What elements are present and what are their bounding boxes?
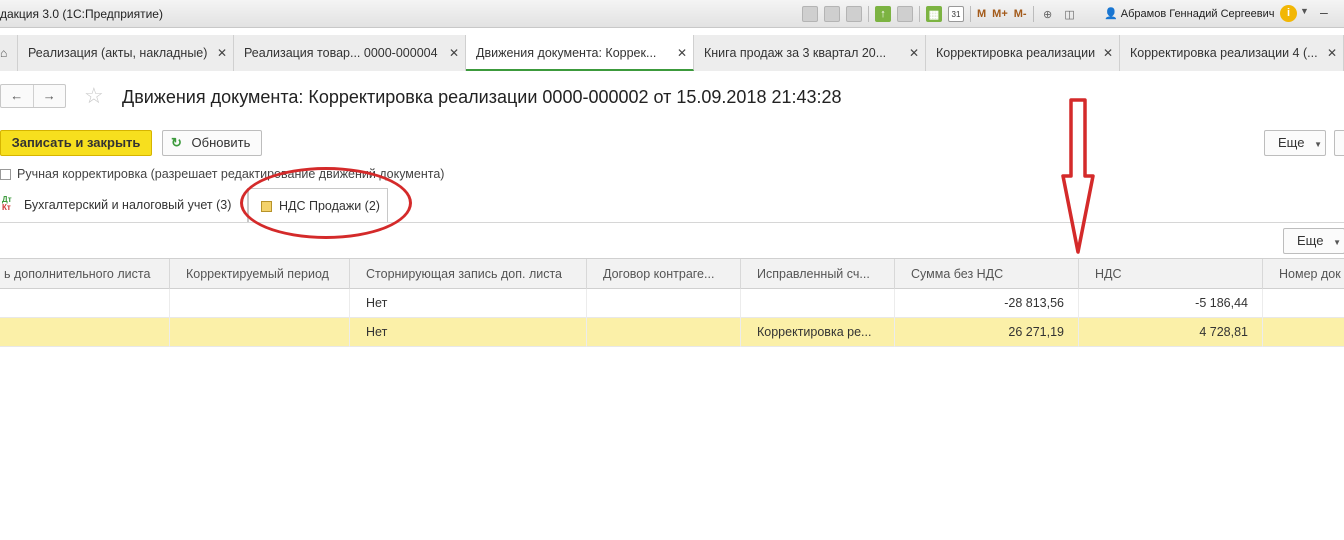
user-name: Абрамов Геннадий Сергеевич bbox=[1120, 8, 1275, 20]
home-icon: ⌂ bbox=[0, 46, 8, 60]
table-cell bbox=[587, 318, 741, 347]
table-cell: Корректировка ре... bbox=[741, 318, 895, 347]
back-arrow-icon[interactable]: ← bbox=[1, 85, 34, 107]
minimize-icon[interactable]: – bbox=[1320, 4, 1328, 20]
annotation-arrow bbox=[1061, 98, 1095, 254]
info-icon[interactable]: i bbox=[1280, 5, 1297, 22]
open-windows-tabs: ⌂ Реализация (акты, накладные) ✕ Реализа… bbox=[0, 35, 1344, 71]
chevron-down-icon[interactable]: ▼ bbox=[1300, 6, 1309, 16]
manual-edit-checkbox[interactable] bbox=[0, 168, 11, 180]
table-cell bbox=[0, 289, 170, 318]
save-and-close-button[interactable]: Записать и закрыть bbox=[0, 130, 152, 156]
toolbar-divider bbox=[970, 6, 971, 22]
table-cell bbox=[587, 289, 741, 318]
column-header[interactable]: Сумма без НДС bbox=[895, 259, 1079, 289]
chevron-down-icon: ▼ bbox=[1314, 140, 1322, 149]
column-header[interactable]: Договор контраге... bbox=[587, 259, 741, 289]
user-icon: 👤 bbox=[1104, 8, 1118, 20]
toolbar-divider bbox=[868, 6, 869, 22]
table-row[interactable]: Нет -28 813,56 -5 186,44 bbox=[0, 289, 1344, 318]
debit-credit-icon: Дт Кт bbox=[2, 196, 12, 212]
refresh-label: Обновить bbox=[191, 135, 251, 150]
more-label: Еще bbox=[1297, 233, 1324, 248]
tab-accounting[interactable]: Дт Кт Бухгалтерский и налоговый учет (3) bbox=[0, 188, 248, 222]
toolbar-divider bbox=[1032, 6, 1034, 22]
tab-label: Реализация (акты, накладные) bbox=[28, 46, 208, 60]
table-row-selected[interactable]: Нет Корректировка ре... 26 271,19 4 728,… bbox=[0, 318, 1344, 347]
close-icon[interactable]: ✕ bbox=[677, 35, 687, 69]
tab-correction-4[interactable]: Корректировка реализации 4 (... ✕ bbox=[1120, 35, 1344, 71]
tab-label: Книга продаж за 3 квартал 20... bbox=[704, 46, 887, 60]
close-icon[interactable]: ✕ bbox=[909, 35, 919, 71]
close-icon[interactable]: ✕ bbox=[1327, 35, 1337, 71]
column-header[interactable]: Исправленный сч... bbox=[741, 259, 895, 289]
panels-icon[interactable]: ◫ bbox=[1062, 6, 1078, 22]
page-title: Движения документа: Корректировка реализ… bbox=[122, 87, 842, 107]
preview-icon[interactable] bbox=[846, 6, 862, 22]
extra-button[interactable] bbox=[1334, 130, 1344, 156]
memory-add-button[interactable]: M+ bbox=[992, 8, 1008, 20]
more-label: Еще bbox=[1278, 135, 1305, 150]
tab-correction[interactable]: Корректировка реализации ✕ bbox=[926, 35, 1120, 71]
table-cell: -5 186,44 bbox=[1079, 289, 1263, 318]
table-cell: Нет bbox=[350, 289, 587, 318]
tab-realization-list[interactable]: Реализация (акты, накладные) ✕ bbox=[18, 35, 234, 71]
zoom-icon[interactable]: ⊕ bbox=[1040, 6, 1056, 22]
column-header[interactable]: НДС bbox=[1079, 259, 1263, 289]
forward-arrow-icon[interactable]: → bbox=[34, 85, 66, 107]
table-more-button[interactable]: Еще ▼ bbox=[1283, 228, 1344, 254]
history-navigation: ← → bbox=[0, 84, 66, 108]
close-icon[interactable]: ✕ bbox=[1103, 35, 1113, 71]
title-bar: дакция 3.0 (1С:Предприятие) ↑ ▦ 31 M M+ … bbox=[0, 0, 1344, 28]
column-header[interactable]: Номер док bbox=[1263, 259, 1344, 289]
refresh-icon: ↻ bbox=[171, 135, 182, 150]
vat-sales-table: ь дополнительного листа Корректируемый п… bbox=[0, 258, 1344, 540]
home-tab[interactable]: ⌂ bbox=[0, 35, 18, 71]
scanner-icon[interactable] bbox=[897, 6, 913, 22]
print-icon[interactable] bbox=[824, 6, 840, 22]
column-header[interactable]: Сторнирующая запись доп. листа bbox=[350, 259, 587, 289]
refresh-button[interactable]: ↻ Обновить bbox=[162, 130, 262, 156]
close-icon[interactable]: ✕ bbox=[449, 35, 459, 71]
toolbar-divider bbox=[919, 6, 920, 22]
titlebar-toolbar: ↑ ▦ 31 M M+ M- ⊕ ◫ bbox=[802, 4, 1084, 24]
table-cell bbox=[0, 318, 170, 347]
save-icon[interactable] bbox=[802, 6, 818, 22]
chevron-down-icon: ▼ bbox=[1333, 238, 1341, 247]
table-cell: -28 813,56 bbox=[895, 289, 1079, 318]
more-button[interactable]: Еще ▼ bbox=[1264, 130, 1326, 156]
close-icon[interactable]: ✕ bbox=[217, 35, 227, 71]
tab-document-movements[interactable]: Движения документа: Коррек... ✕ bbox=[466, 35, 694, 71]
table-header: ь дополнительного листа Корректируемый п… bbox=[0, 259, 1344, 289]
table-cell bbox=[170, 318, 350, 347]
tabs-divider bbox=[0, 222, 1344, 223]
annotation-ellipse bbox=[240, 167, 412, 239]
tab-label: Движения документа: Коррек... bbox=[476, 46, 657, 60]
table-cell bbox=[741, 289, 895, 318]
star-icon[interactable]: ☆ bbox=[84, 84, 104, 108]
app-title: дакция 3.0 (1С:Предприятие) bbox=[0, 7, 163, 21]
table-cell: Нет bbox=[350, 318, 587, 347]
tab-sales-book[interactable]: Книга продаж за 3 квартал 20... ✕ bbox=[694, 35, 926, 71]
calendar-icon[interactable]: 31 bbox=[948, 6, 964, 22]
current-user[interactable]: 👤 Абрамов Геннадий Сергеевич bbox=[1104, 7, 1275, 20]
column-header[interactable]: ь дополнительного листа bbox=[0, 259, 170, 289]
tab-label: Корректировка реализации 4 (... bbox=[1130, 46, 1318, 60]
tab-label: Корректировка реализации bbox=[936, 46, 1096, 60]
tab-label: Реализация товар... 0000-000004 bbox=[244, 46, 438, 60]
tab-realization-doc[interactable]: Реализация товар... 0000-000004 ✕ bbox=[234, 35, 466, 71]
memory-subtract-button[interactable]: M- bbox=[1014, 8, 1027, 20]
table-cell: 26 271,19 bbox=[895, 318, 1079, 347]
table-cell bbox=[1263, 318, 1344, 347]
column-header[interactable]: Корректируемый период bbox=[170, 259, 350, 289]
table-cell bbox=[170, 289, 350, 318]
tab-label: Бухгалтерский и налоговый учет (3) bbox=[24, 198, 232, 212]
upload-icon[interactable]: ↑ bbox=[875, 6, 891, 22]
table-cell bbox=[1263, 289, 1344, 318]
credit-icon-label: Кт bbox=[2, 203, 11, 212]
calculator-icon[interactable]: ▦ bbox=[926, 6, 942, 22]
table-cell: 4 728,81 bbox=[1079, 318, 1263, 347]
memory-button[interactable]: M bbox=[977, 8, 986, 20]
